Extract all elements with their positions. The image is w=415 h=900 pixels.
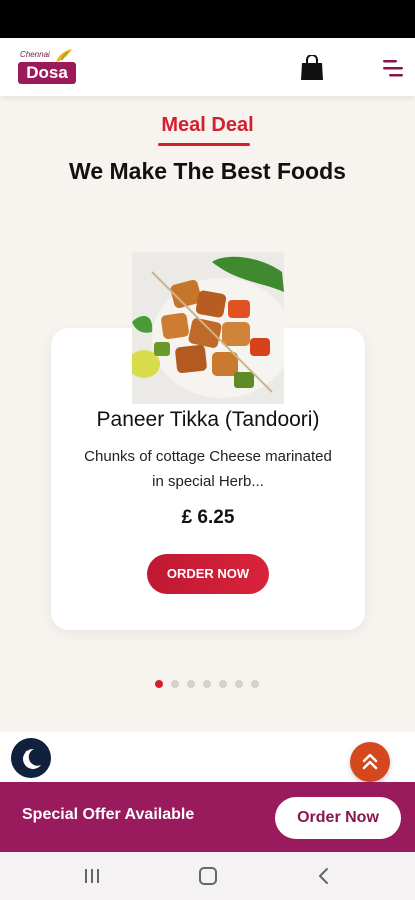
recent-apps-icon[interactable] — [81, 866, 103, 886]
brand-logo[interactable]: Chennai Dosa — [14, 48, 78, 88]
carousel-dot[interactable] — [187, 680, 195, 688]
home-icon[interactable] — [197, 866, 219, 886]
carousel-dot-active[interactable] — [155, 680, 163, 688]
hamburger-menu-icon[interactable] — [381, 58, 405, 78]
carousel-dot[interactable] — [235, 680, 243, 688]
section-eyebrow: Meal Deal — [161, 114, 254, 136]
special-offer-bar: Special Offer Available Order Now — [0, 782, 415, 852]
dark-mode-toggle[interactable] — [11, 738, 51, 778]
section-headline: We Make The Best Foods — [69, 158, 346, 184]
carousel-dot[interactable] — [171, 680, 179, 688]
back-icon[interactable] — [313, 866, 335, 886]
status-bar — [0, 0, 415, 38]
product-description: Chunks of cottage Cheese marinated in sp… — [84, 448, 332, 490]
system-nav-bar — [0, 852, 415, 900]
carousel-dot[interactable] — [203, 680, 211, 688]
order-now-button[interactable]: ORDER NOW — [147, 554, 269, 594]
moon-icon — [23, 748, 41, 769]
double-chevron-up-icon — [362, 753, 378, 770]
eyebrow-underline — [158, 143, 250, 146]
offer-text: Special Offer Available — [22, 806, 195, 823]
shopping-bag-icon[interactable] — [300, 55, 324, 81]
logo-subtext: Chennai — [20, 50, 50, 59]
paneer-tikka-image — [132, 252, 284, 404]
offer-order-now-button[interactable]: Order Now — [275, 797, 401, 839]
carousel-dot[interactable] — [219, 680, 227, 688]
carousel-dots — [155, 680, 259, 690]
carousel-dot[interactable] — [251, 680, 259, 688]
logo-wordmark: Dosa — [18, 62, 76, 84]
app-header: Chennai Dosa — [0, 38, 415, 96]
scroll-to-top-button[interactable] — [350, 742, 390, 782]
product-name: Paneer Tikka (Tandoori) — [96, 408, 320, 431]
product-price: £ 6.25 — [181, 507, 235, 528]
